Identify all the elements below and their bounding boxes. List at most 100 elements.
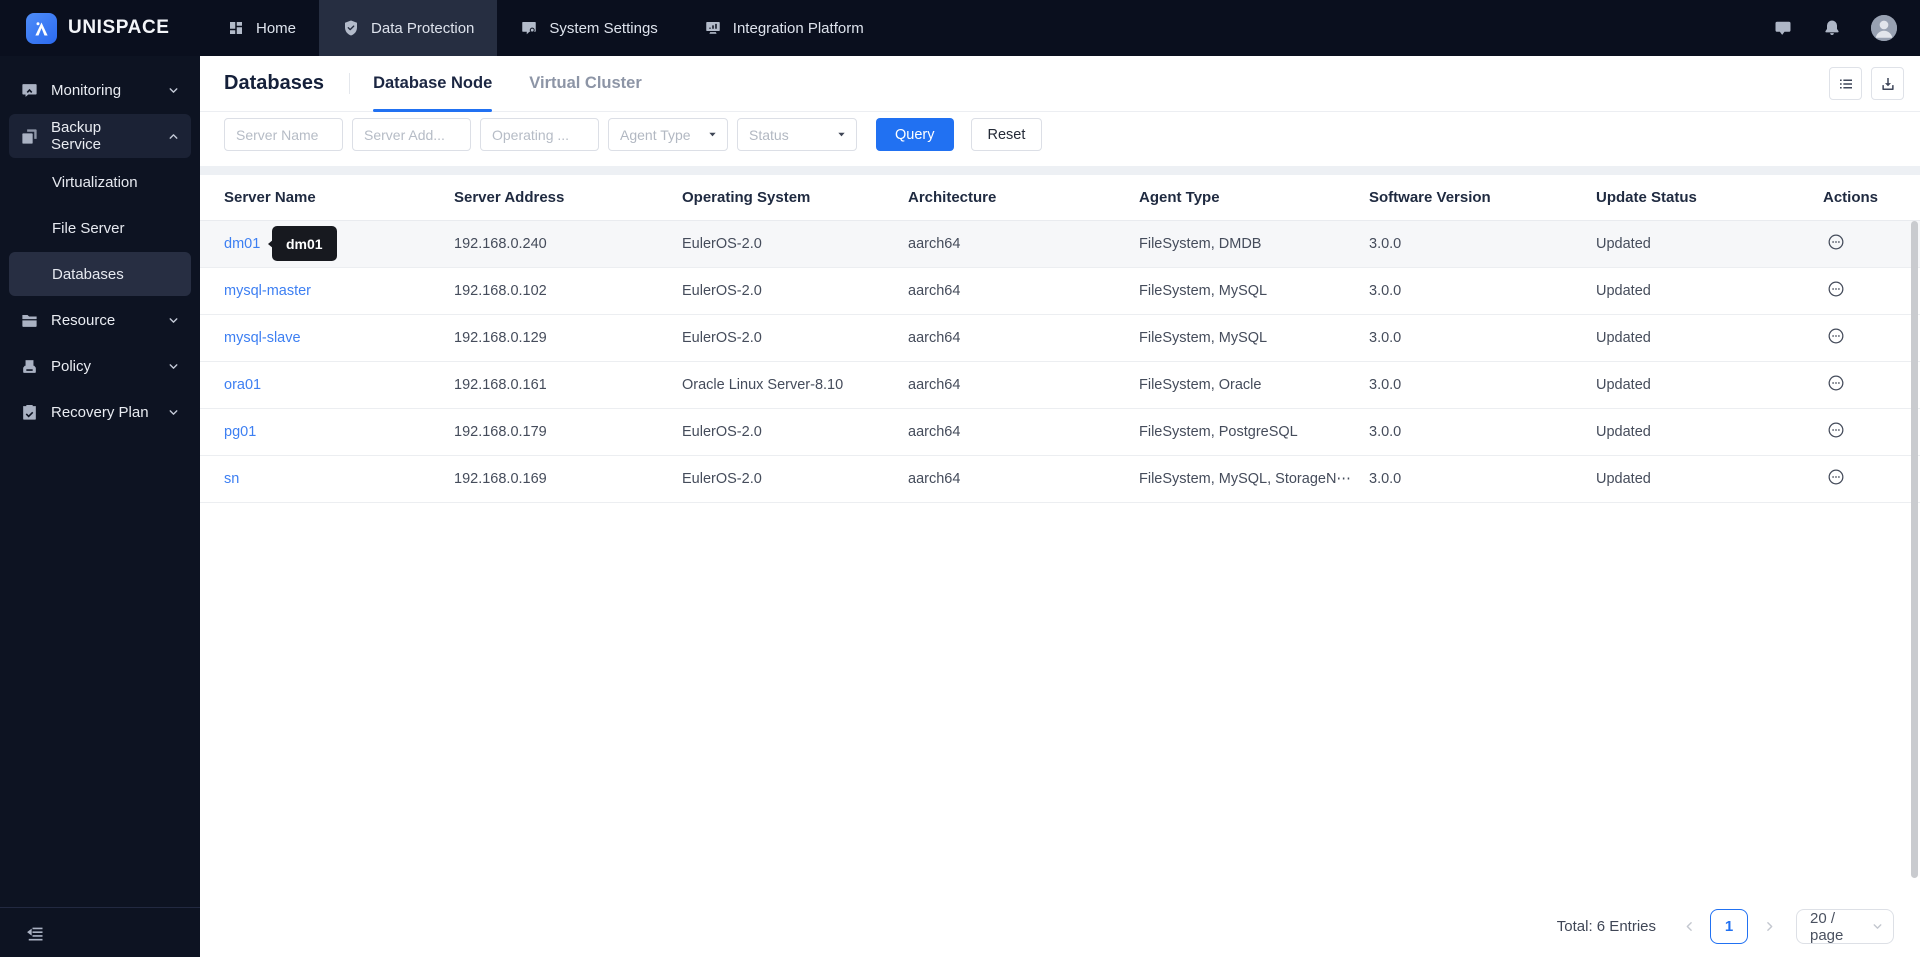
sidebar-item-resource[interactable]: Resource [9,298,191,342]
table-body: dm01 192.168.0.240 EulerOS-2.0 aarch64 FileS… [200,221,1920,503]
column-settings-icon [1837,75,1855,93]
topnav-item-integration-platform[interactable]: Integration Platform [681,0,887,56]
filter-select-status[interactable]: Status [737,118,857,151]
tab-bar: Database Node Virtual Cluster [373,56,642,112]
cell-update_status: Updated [1596,424,1651,440]
server-name-link[interactable]: pg01 [224,424,256,440]
filter-input-operating[interactable] [480,118,599,151]
server-name-link[interactable]: mysql-slave [224,330,301,346]
cell-agent_type: FileSystem, MySQL, StorageN⋯ [1139,471,1351,487]
prev-page-button[interactable] [1675,920,1703,933]
system-settings-icon [520,19,538,37]
topnav-item-system-settings[interactable]: System Settings [497,0,680,56]
table-header: Server Name Server Address Operating Syste… [200,175,1920,221]
cell-actions [1823,279,1920,303]
cell-server_name: mysql-slave [224,330,454,346]
filter-input-server-name[interactable] [224,118,343,151]
next-page-button[interactable] [1755,920,1783,933]
column-settings-button[interactable] [1829,67,1862,100]
more-actions-button[interactable] [1826,469,1846,491]
backup-icon [20,127,39,146]
collapse-sidebar-icon[interactable] [25,923,45,943]
cell-server_address: 192.168.0.240 [454,236,547,252]
tab-virtual-cluster[interactable]: Virtual Cluster [529,56,641,111]
cell-architecture: aarch64 [908,377,961,393]
cell-update_status: Updated [1596,471,1651,487]
reset-button[interactable]: Reset [970,118,1043,151]
cell-actions [1823,420,1920,444]
column-header-server-name: Server Name [224,189,316,206]
sidebar-item-label: Databases [52,265,124,283]
server-name-link[interactable]: dm01 [224,236,260,252]
column-header-software-version: Software Version [1369,189,1491,206]
page-size-value: 20 / page [1810,909,1844,944]
cell-server_name: mysql-master [224,283,454,299]
sidebar-item-monitoring[interactable]: Monitoring [9,68,191,112]
vertical-scrollbar[interactable] [1911,221,1918,878]
filter-bar: Agent Type Status Query Reset [200,112,1920,166]
sidebar-item-label: Recovery Plan [51,403,149,421]
sidebar-item-file-server[interactable]: File Server [9,206,191,250]
chevron-down-icon [167,360,180,373]
shield-icon [342,19,360,37]
export-button[interactable] [1871,67,1904,100]
more-actions-button[interactable] [1826,234,1846,256]
topnav-item-home[interactable]: Home [204,0,319,56]
column-header-server-address: Server Address [454,189,565,206]
main-content: Databases Database Node Virtual Cluster A… [200,56,1920,957]
table-row-mysql-slave: mysql-slave 192.168.0.129 EulerOS-2.0 aarch… [200,315,1920,362]
chevron-left-icon [1683,920,1696,933]
cell-agent_type: FileSystem, PostgreSQL [1139,424,1298,440]
table-row-mysql-master: mysql-master 192.168.0.102 EulerOS-2.0 aarc… [200,268,1920,315]
table-row-pg01: pg01 192.168.0.179 EulerOS-2.0 aarch64 FileS… [200,409,1920,456]
sidebar-item-policy[interactable]: Policy [9,344,191,388]
current-page-button[interactable]: 1 [1710,909,1748,944]
server-name-link[interactable]: sn [224,471,239,487]
sidebar-item-recovery-plan[interactable]: Recovery Plan [9,390,191,434]
topnav-item-data-protection[interactable]: Data Protection [319,0,498,56]
sidebar-item-databases[interactable]: Databases [9,252,191,296]
cell-software_version: 3.0.0 [1369,424,1402,440]
header-divider [349,73,351,94]
server-name-link[interactable]: ora01 [224,377,261,393]
chevron-down-icon [1871,920,1884,933]
page-size-select[interactable]: 20 / page [1796,909,1894,944]
chevron-right-icon [1763,920,1776,933]
policy-icon [20,357,39,376]
more-actions-button[interactable] [1826,422,1846,444]
monitoring-icon [20,81,39,100]
column-header-actions: Actions [1823,189,1879,206]
folder-icon [20,311,39,330]
cell-server_name: ora01 [224,377,454,393]
sidebar-item-label: Backup Service [51,119,102,153]
cell-actions [1823,326,1920,350]
tab-database-node[interactable]: Database Node [373,56,493,112]
filter-select-value: Status [749,126,789,143]
more-actions-button[interactable] [1826,328,1846,350]
sidebar-item-virtualization[interactable]: Virtualization [9,160,191,204]
download-icon [1879,75,1897,93]
bell-icon[interactable] [1822,18,1842,38]
table-row-ora01: ora01 192.168.0.161 Oracle Linux Server-8.… [200,362,1920,409]
sidebar-item-label: Monitoring [51,81,122,99]
filter-select-agent-type[interactable]: Agent Type [608,118,728,151]
page-header: Databases Database Node Virtual Cluster [200,56,1920,112]
pagination-total: Total: 6 Entries [1556,918,1656,935]
chevron-up-icon [167,130,180,143]
topbar-right [1773,0,1920,56]
cell-server_address: 192.168.0.179 [454,424,547,440]
query-button[interactable]: Query [876,118,954,151]
server-name-link[interactable]: mysql-master [224,283,311,299]
cell-architecture: aarch64 [908,330,961,346]
cell-software_version: 3.0.0 [1369,236,1402,252]
cell-software_version: 3.0.0 [1369,330,1402,346]
filter-input-server-add[interactable] [352,118,471,151]
more-actions-button[interactable] [1826,281,1846,303]
avatar[interactable] [1871,15,1897,41]
more-actions-button[interactable] [1826,375,1846,397]
column-header-operating-system: Operating System [682,189,811,206]
home-grid-icon [227,19,245,37]
sidebar-item-backup-service[interactable]: Backup Service [9,114,191,158]
recovery-plan-icon [20,403,39,422]
chat-icon[interactable] [1773,18,1793,38]
